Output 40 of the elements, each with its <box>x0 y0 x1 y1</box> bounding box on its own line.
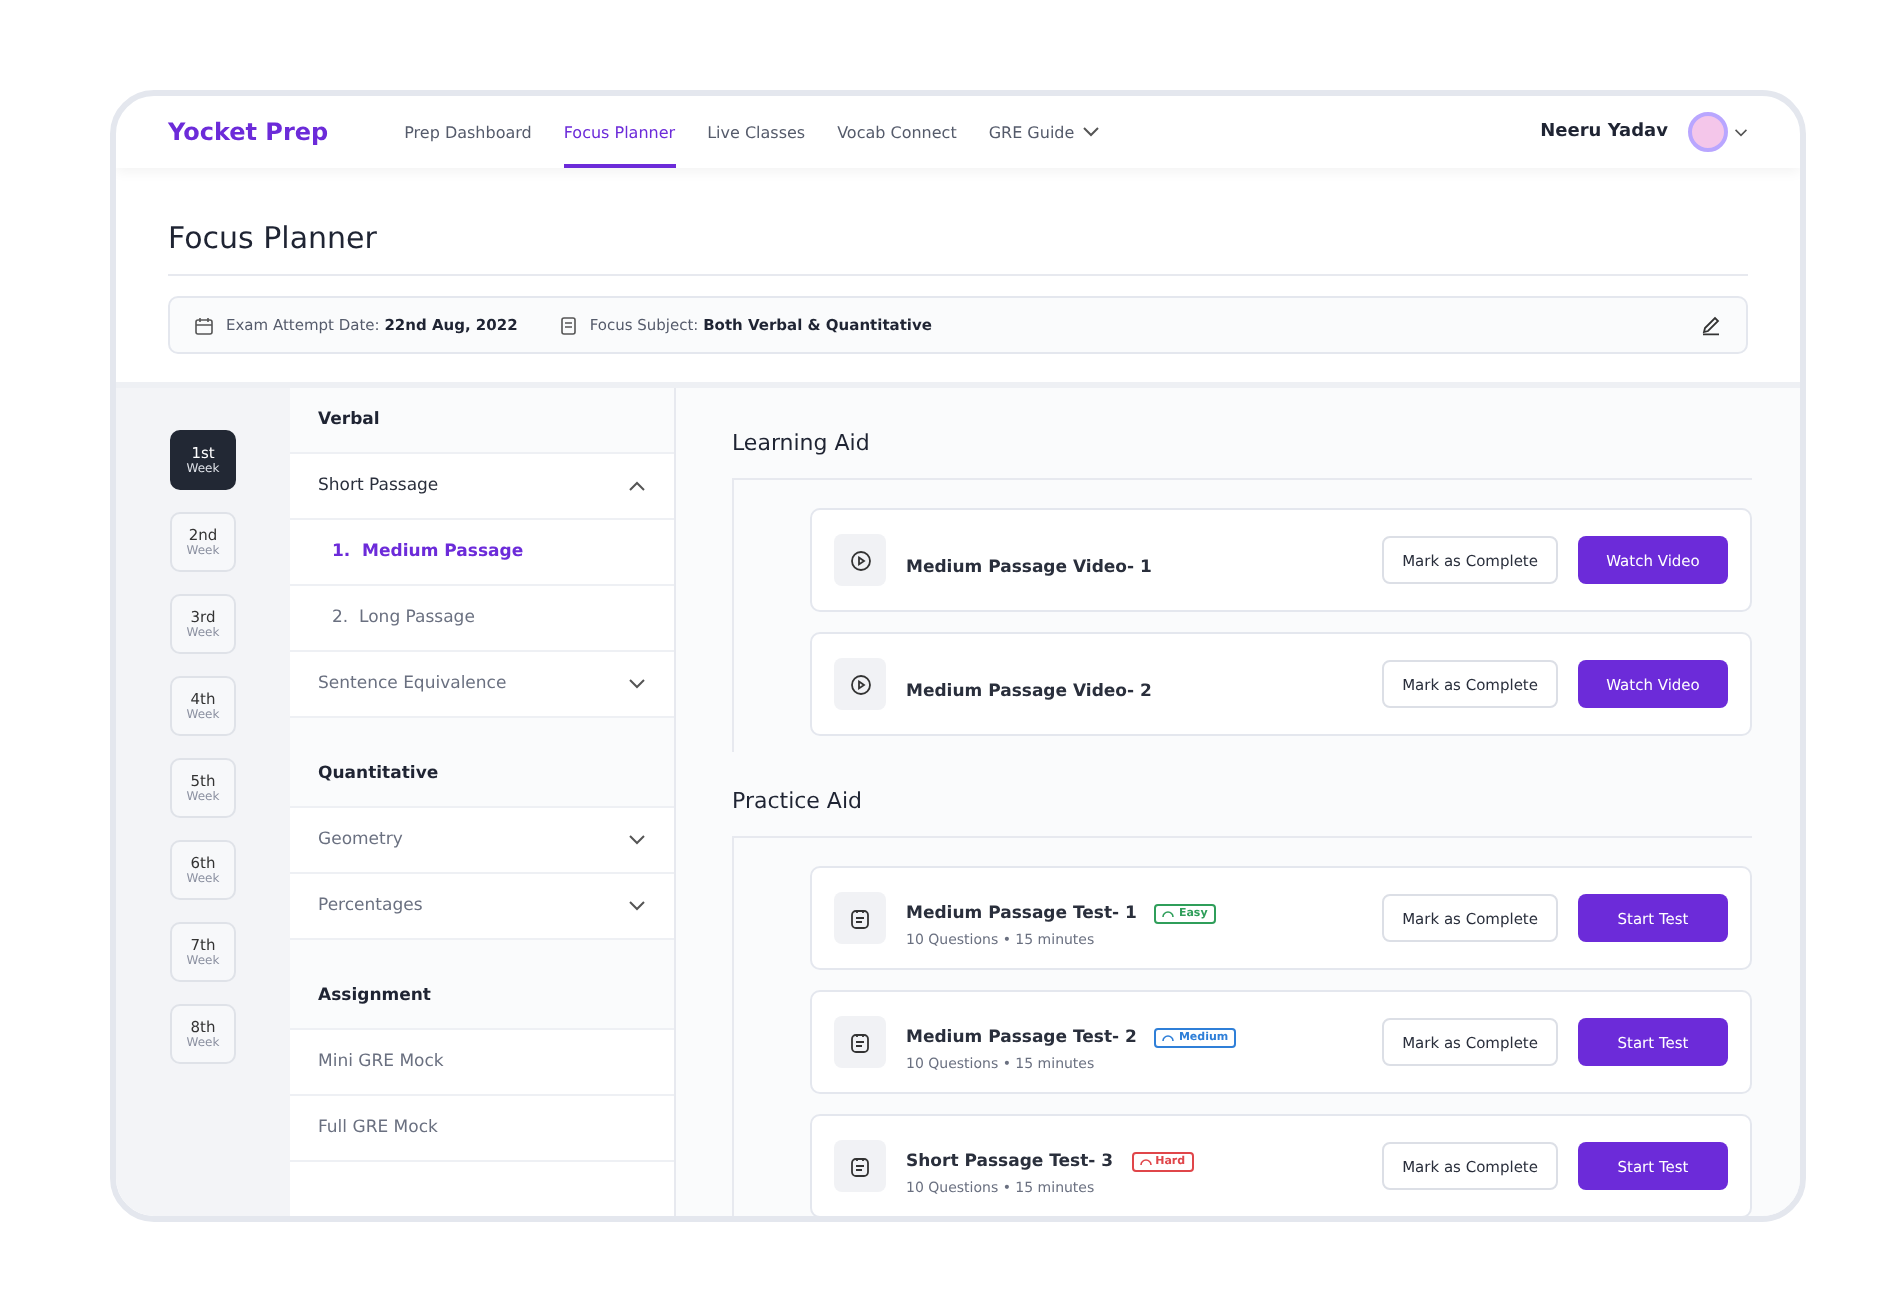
card-title: Medium Passage Video- 2 <box>906 681 1152 701</box>
menu-item-label: Sentence Equivalence <box>318 674 507 694</box>
chevron-down-icon[interactable] <box>1734 127 1748 137</box>
gauge-icon <box>1162 1034 1175 1042</box>
chevron-up-icon <box>628 480 646 492</box>
card-title: Medium Passage Video- 1 <box>906 557 1152 577</box>
menu-item-label: Mini GRE Mock <box>318 1052 444 1072</box>
menu-item-label: Full GRE Mock <box>318 1118 438 1138</box>
nav-link[interactable]: GRE Guide <box>988 96 1101 168</box>
card-title: Medium Passage Test- 1 <box>906 904 1137 924</box>
edit-icon[interactable] <box>1700 314 1722 336</box>
nav-link[interactable]: Focus Planner <box>563 96 676 168</box>
nav-link[interactable]: Vocab Connect <box>837 96 957 168</box>
menu-item-label: Geometry <box>318 830 403 850</box>
chevron-down-icon <box>628 834 646 846</box>
logo[interactable]: Yocket Prep <box>168 118 329 146</box>
section-heading: Quantitative <box>290 742 674 808</box>
section-title: Learning Aid <box>732 430 872 456</box>
section-title: Practice Aid <box>732 788 864 814</box>
clipboard-icon <box>834 1140 886 1192</box>
book-icon <box>557 315 578 335</box>
play-icon <box>834 534 886 586</box>
page-title: Focus Planner <box>168 220 1748 276</box>
user-name: Neeru Yadav <box>1540 122 1668 142</box>
chevron-down-icon <box>628 900 646 912</box>
section-heading: Verbal <box>290 388 674 454</box>
play-icon <box>834 658 886 710</box>
clipboard-icon <box>834 1016 886 1068</box>
calendar-icon <box>194 315 214 335</box>
card-title: Short Passage Test- 3 <box>906 1152 1114 1172</box>
gauge-icon <box>1139 1158 1152 1166</box>
nav-link[interactable]: Prep Dashboard <box>404 96 532 168</box>
card-title: Medium Passage Test- 2 <box>906 1028 1137 1048</box>
menu-item-label: Short Passage <box>318 476 439 496</box>
clipboard-icon <box>834 892 886 944</box>
gauge-icon <box>1162 910 1175 918</box>
menu-item-label: Percentages <box>318 896 423 916</box>
section-heading: Assignment <box>290 964 674 1030</box>
chevron-down-icon <box>628 678 646 690</box>
nav-link[interactable]: Live Classes <box>707 96 806 168</box>
